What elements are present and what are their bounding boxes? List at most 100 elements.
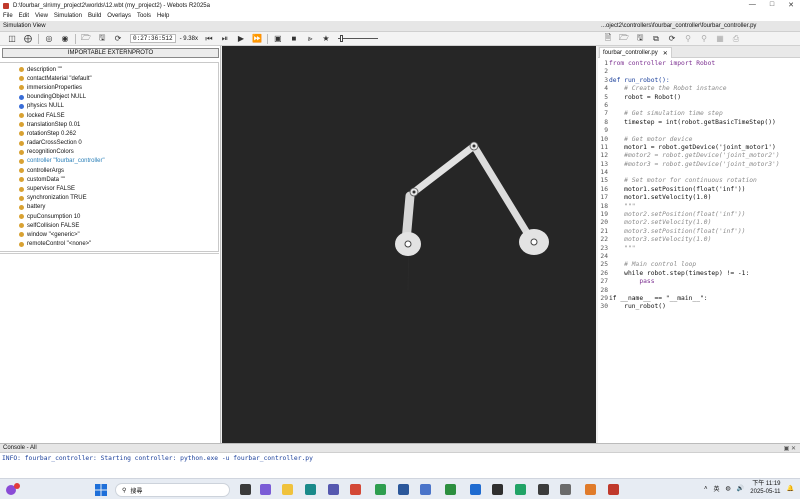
save-all-icon[interactable]: ⧉: [648, 32, 664, 45]
field-item[interactable]: boundingObject NULL: [0, 93, 218, 102]
field-item[interactable]: translationStep 0.01: [0, 120, 218, 129]
weather-icon[interactable]: [3, 482, 21, 496]
app-icon[interactable]: [538, 484, 549, 495]
play-icon[interactable]: ▶: [233, 32, 249, 45]
code-lines[interactable]: from controller import Robot def run_robo…: [609, 60, 799, 312]
joint-left-pin: [412, 190, 416, 194]
webots-icon[interactable]: [608, 484, 619, 495]
screenshot-icon[interactable]: ▣: [270, 32, 286, 45]
word-icon[interactable]: [398, 484, 409, 495]
field-item[interactable]: synchronization TRUE: [0, 194, 218, 203]
reload-icon[interactable]: ⟳: [110, 32, 126, 45]
close-tab-icon[interactable]: ✕: [663, 50, 668, 57]
save-icon[interactable]: 🖫: [632, 32, 648, 45]
field-item[interactable]: remoteControl "<none>": [0, 240, 218, 249]
field-item[interactable]: rotationStep 0.262: [0, 129, 218, 138]
field-item[interactable]: locked FALSE: [0, 111, 218, 120]
importable-externproto-button[interactable]: IMPORTABLE EXTERNPROTO: [2, 48, 219, 58]
menu-overlays[interactable]: Overlays: [107, 13, 131, 19]
volume-icon[interactable]: 🔊: [737, 485, 744, 492]
eye-icon[interactable]: ◉: [57, 32, 73, 45]
field-item[interactable]: recognitionColors: [0, 148, 218, 157]
menu-tools[interactable]: Tools: [137, 13, 151, 19]
goto-line-icon[interactable]: ▦: [712, 32, 728, 45]
reset-icon[interactable]: ⏮: [201, 32, 217, 45]
field-item[interactable]: description "": [0, 65, 218, 74]
menu-edit[interactable]: Edit: [19, 13, 29, 19]
scene-tree-toggle-icon[interactable]: ◫: [4, 32, 20, 45]
close-icon[interactable]: ✕: [788, 1, 794, 9]
field-item[interactable]: window "<generic>": [0, 230, 218, 239]
tray-chevron-icon[interactable]: ˄: [704, 486, 708, 492]
view-globe-icon[interactable]: ◎: [41, 32, 57, 45]
edge-icon[interactable]: [305, 484, 316, 495]
menu-help[interactable]: Help: [157, 13, 169, 19]
network-icon[interactable]: ◍: [726, 485, 731, 492]
field-item[interactable]: controllerArgs: [0, 166, 218, 175]
title-bar: D:\fourbar_sln\my_project2\worlds\12.wbt…: [0, 0, 800, 11]
task-view-icon[interactable]: [240, 484, 251, 495]
field-item-controller[interactable]: controller "fourbar_controller": [0, 157, 218, 166]
teams-icon[interactable]: [328, 484, 339, 495]
notification-bell-icon[interactable]: 🔔: [787, 485, 794, 492]
app-icon[interactable]: [560, 484, 571, 495]
3d-viewport[interactable]: [222, 46, 596, 443]
field-item[interactable]: radarCrossSection 0: [0, 139, 218, 148]
field-item[interactable]: customData "": [0, 175, 218, 184]
volume-icon[interactable]: ★: [318, 32, 334, 45]
replace-icon[interactable]: ⚲: [696, 32, 712, 45]
revert-icon[interactable]: ⟳: [664, 32, 680, 45]
volume-slider[interactable]: [337, 34, 378, 43]
open-folder-icon[interactable]: 🗁: [616, 32, 632, 45]
app-icon[interactable]: [470, 484, 481, 495]
chrome-icon[interactable]: [375, 484, 386, 495]
field-item[interactable]: contactMaterial "default": [0, 74, 218, 83]
step-icon[interactable]: ⏯: [217, 32, 233, 45]
print-icon[interactable]: ⎙: [728, 32, 744, 45]
file-explorer-icon[interactable]: [282, 484, 293, 495]
line-number: 6: [604, 101, 608, 109]
field-item[interactable]: selfCollision FALSE: [0, 221, 218, 230]
open-folder-icon[interactable]: 🗁: [78, 32, 94, 45]
taskbar-search[interactable]: ⚲ 搜尋: [115, 483, 230, 497]
line-number: 25: [600, 261, 608, 269]
field-dot-icon: [19, 204, 24, 210]
field-item[interactable]: supervisor FALSE: [0, 184, 218, 193]
app-icon[interactable]: [420, 484, 431, 495]
line-icon[interactable]: [445, 484, 456, 495]
clock[interactable]: 下午 11:19 2025-05-11: [750, 481, 780, 496]
office-icon[interactable]: [350, 484, 361, 495]
field-dot-icon: [19, 232, 24, 238]
add-node-icon[interactable]: ⨁: [20, 32, 36, 45]
new-file-icon[interactable]: 🗎: [600, 32, 616, 45]
copilot-icon[interactable]: [260, 484, 271, 495]
code-editor[interactable]: 1 2 3 4 5 6 7 8 9 10 11 12 13 14 15 16 17 18 19 20 21 22 23 24 2…: [598, 58, 800, 443]
menu-view[interactable]: View: [35, 13, 48, 19]
app-icon[interactable]: [585, 484, 596, 495]
language-indicator[interactable]: 英: [714, 484, 720, 493]
console-window-controls-icon[interactable]: ▣ ✕: [784, 445, 796, 452]
maximize-icon[interactable]: □: [770, 1, 774, 9]
code-line: run_robot(): [609, 303, 666, 311]
tab-fourbar-controller[interactable]: fourbar_controller.py ✕: [599, 47, 672, 58]
terminal-icon[interactable]: [492, 484, 503, 495]
record-icon[interactable]: ■: [286, 32, 302, 45]
panel-splitter[interactable]: [0, 253, 219, 254]
windows-start-icon[interactable]: [95, 484, 107, 496]
find-icon[interactable]: ⚲: [680, 32, 696, 45]
menu-build[interactable]: Build: [88, 13, 101, 19]
field-item[interactable]: physics NULL: [0, 102, 218, 111]
field-item[interactable]: battery: [0, 203, 218, 212]
save-icon[interactable]: 🖫: [94, 32, 110, 45]
field-item[interactable]: cpuConsumption 10: [0, 212, 218, 221]
field-item[interactable]: immersionProperties: [0, 83, 218, 92]
field-list[interactable]: description "" contactMaterial "default"…: [0, 62, 219, 252]
slider-knob[interactable]: [339, 35, 343, 42]
menu-simulation[interactable]: Simulation: [54, 13, 82, 19]
minimize-icon[interactable]: —: [749, 1, 756, 9]
fast-forward-icon[interactable]: ⏩: [249, 32, 265, 45]
code-line: motor2.setVelocity(1.0): [609, 219, 712, 227]
excel-icon[interactable]: [515, 484, 526, 495]
share-icon[interactable]: ⪢: [302, 32, 318, 45]
menu-file[interactable]: File: [3, 13, 13, 19]
